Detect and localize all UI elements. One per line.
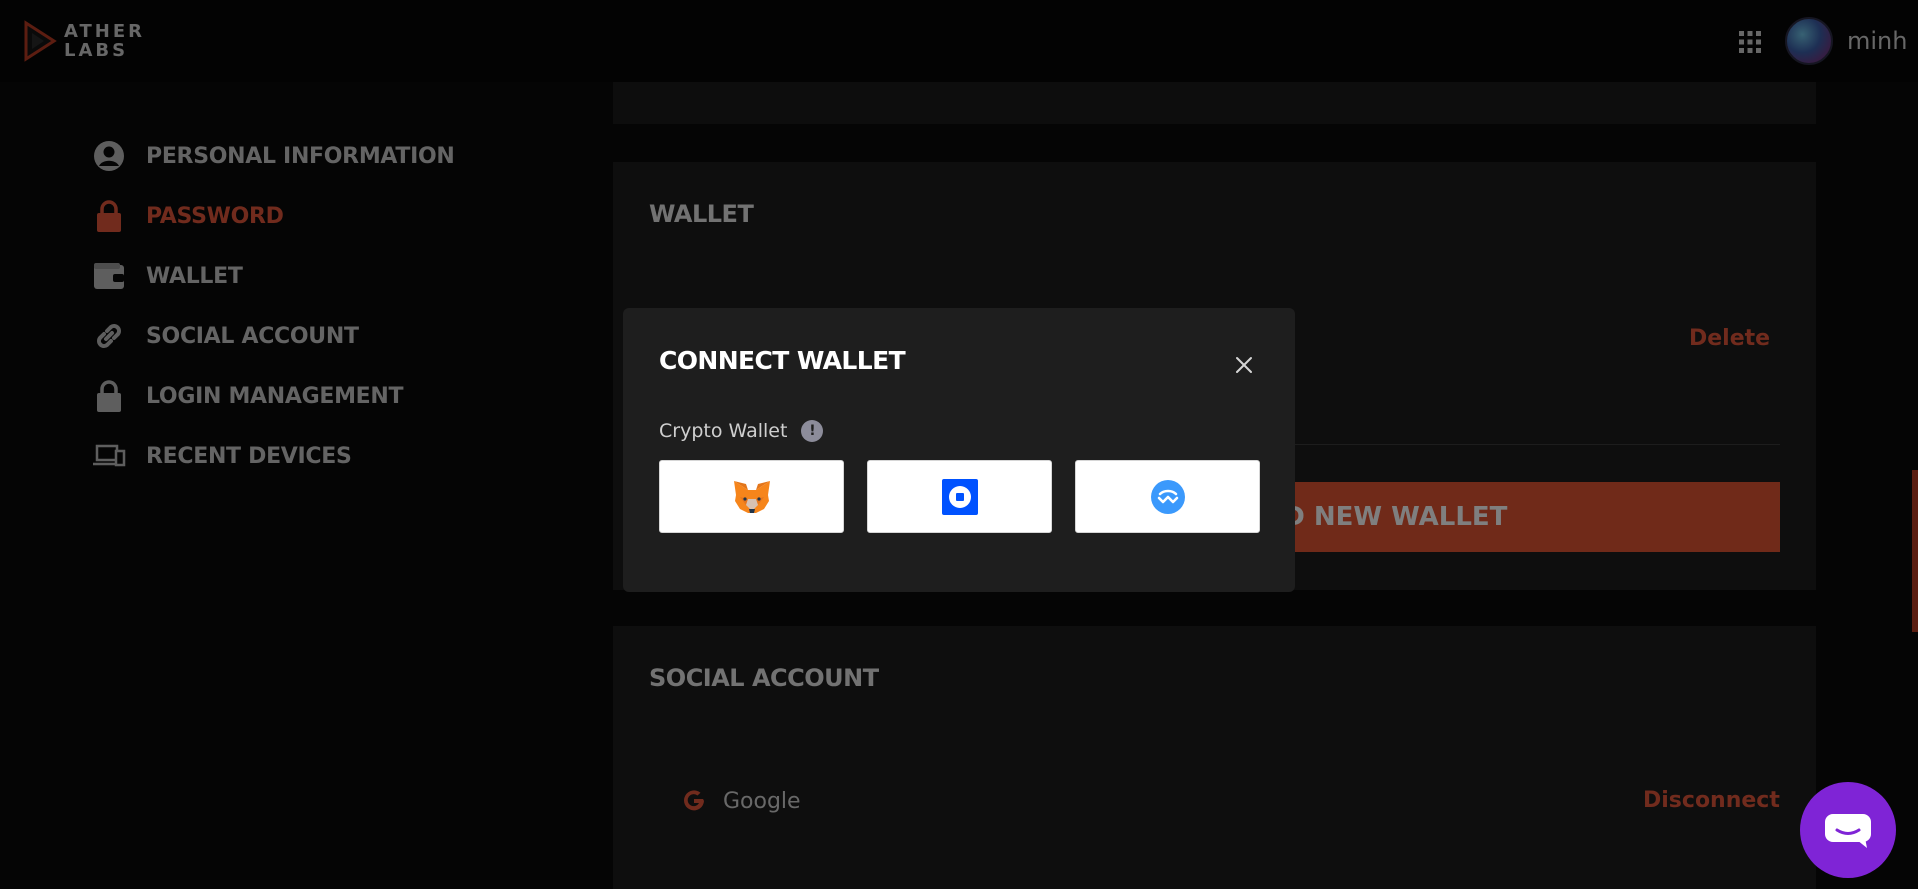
- metamask-option-button[interactable]: [659, 460, 844, 533]
- metamask-fox-icon: [733, 480, 770, 513]
- connect-wallet-modal: CONNECT WALLET Crypto Wallet !: [623, 308, 1295, 592]
- coinbase-option-button[interactable]: [867, 460, 1052, 533]
- chat-support-button[interactable]: [1800, 782, 1896, 878]
- crypto-wallet-label-row: Crypto Wallet !: [659, 420, 824, 442]
- info-icon[interactable]: !: [801, 420, 824, 442]
- crypto-wallet-label: Crypto Wallet: [659, 420, 788, 442]
- walletconnect-icon: [1150, 479, 1185, 514]
- chat-bubble-icon: [1825, 814, 1871, 848]
- wallet-options: [659, 460, 1260, 533]
- coinbase-icon: [941, 478, 978, 515]
- walletconnect-option-button[interactable]: [1075, 460, 1260, 533]
- modal-title: CONNECT WALLET: [659, 346, 906, 375]
- close-icon[interactable]: [1229, 350, 1259, 380]
